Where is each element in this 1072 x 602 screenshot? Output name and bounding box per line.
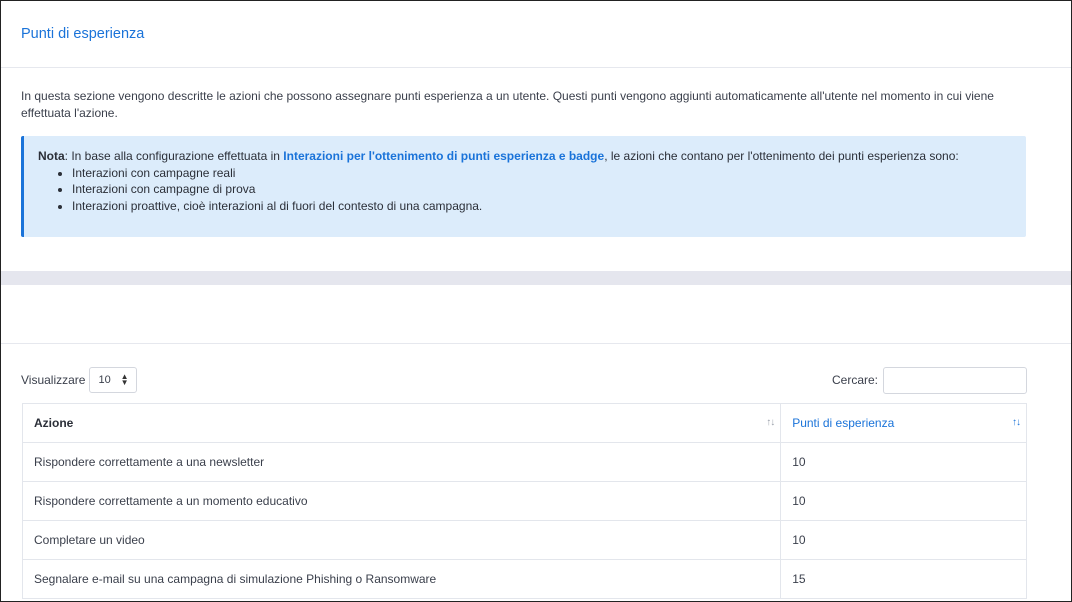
- note-list-item: Interazioni con campagne reali: [72, 165, 1012, 182]
- column-header-label: Azione: [34, 416, 74, 430]
- search-control: Cercare:: [831, 366, 1027, 394]
- table-controls: Visualizzare 10 ▲ ▼ Cercare:: [21, 366, 1027, 394]
- page-title: Punti di esperienza: [21, 26, 145, 42]
- points-cell: 10: [780, 442, 1027, 482]
- card-body: In questa sezione vengono descritte le a…: [1, 68, 1071, 237]
- note-list-item: Interazioni proattive, cioè interazioni …: [72, 198, 1012, 215]
- table-row: Completare un video 10: [21, 520, 1027, 560]
- page-length-label: Visualizzare: [21, 373, 86, 387]
- sort-icon: ↑↓: [1012, 417, 1021, 428]
- table-row: Rispondere correttamente a un momento ed…: [21, 481, 1027, 521]
- action-cell: Completare un video: [21, 520, 782, 560]
- note-list-item: Interazioni con campagne di prova: [72, 181, 1012, 198]
- section-separator: [1, 271, 1071, 285]
- configuration-link[interactable]: Interazioni per l'ottenimento di punti e…: [283, 149, 604, 163]
- search-label: Cercare:: [831, 373, 878, 387]
- column-header-points[interactable]: Punti di esperienza ↑↓: [780, 403, 1027, 443]
- page-length-value: 10: [98, 374, 111, 386]
- page-length-control: Visualizzare 10 ▲ ▼: [21, 367, 138, 393]
- action-cell: Rispondere correttamente a una newslette…: [21, 442, 782, 482]
- action-cell: Rispondere correttamente a un momento ed…: [21, 481, 782, 521]
- table-row: Segnalare e-mail su una campagna di simu…: [21, 559, 1027, 599]
- note-line: Nota: In base alla configurazione effett…: [38, 148, 1012, 165]
- note-text-after: , le azioni che contano per l'otteniment…: [604, 149, 959, 163]
- note-label: Nota: [38, 149, 65, 163]
- intro-text: In questa sezione vengono descritte le a…: [21, 89, 994, 120]
- table-header-row: Azione ↑↓ Punti di esperienza ↑↓: [21, 403, 1027, 443]
- table-row: Rispondere correttamente a una newslette…: [21, 442, 1027, 482]
- select-arrows-icon: ▲ ▼: [120, 372, 129, 387]
- page-frame: Punti di esperienza In questa sezione ve…: [0, 0, 1072, 602]
- column-header-label: Punti di esperienza: [792, 416, 895, 430]
- section-divider: [1, 343, 1071, 344]
- points-cell: 10: [780, 481, 1027, 521]
- card-header: Punti di esperienza: [1, 1, 1071, 68]
- actions-table: Azione ↑↓ Punti di esperienza ↑↓ Rispond…: [21, 403, 1027, 599]
- action-cell: Segnalare e-mail su una campagna di simu…: [21, 559, 782, 599]
- info-note: Nota: In base alla configurazione effett…: [21, 136, 1026, 237]
- page-length-select[interactable]: 10 ▲ ▼: [89, 367, 138, 393]
- points-cell: 15: [780, 559, 1027, 599]
- sort-icon: ↑↓: [766, 417, 775, 428]
- note-list: Interazioni con campagne reali Interazio…: [72, 165, 1012, 215]
- column-header-action[interactable]: Azione ↑↓: [21, 403, 782, 443]
- note-text-before: : In base alla configurazione effettuata…: [64, 149, 284, 163]
- points-cell: 10: [780, 520, 1027, 560]
- search-input[interactable]: [883, 366, 1027, 394]
